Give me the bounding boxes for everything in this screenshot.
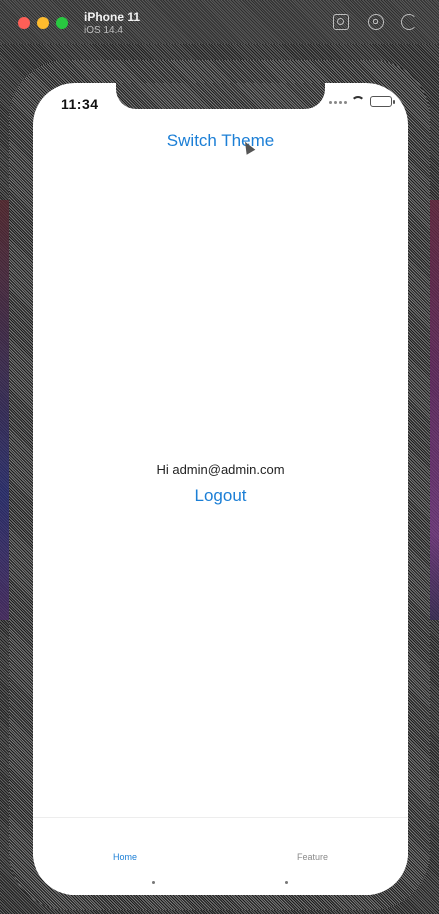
- device-name: iPhone 11: [84, 10, 141, 24]
- home-indicator-right: [285, 881, 288, 884]
- close-window-button[interactable]: [18, 17, 30, 29]
- minimize-window-button[interactable]: [37, 17, 49, 29]
- greeting-text: Hi admin@admin.com: [156, 462, 285, 477]
- tab-home[interactable]: Home: [113, 852, 137, 862]
- wifi-icon: [351, 96, 365, 106]
- simulator-titlebar: iPhone 11 iOS 14.4: [0, 0, 439, 44]
- home-indicator-left: [152, 881, 155, 884]
- rotate-icon[interactable]: [401, 14, 417, 30]
- battery-icon: [370, 96, 395, 107]
- notch: [116, 83, 325, 109]
- tab-feature[interactable]: Feature: [297, 852, 328, 862]
- tab-bar: Home Feature: [33, 817, 408, 895]
- home-icon[interactable]: [368, 14, 384, 30]
- status-time: 11:34: [61, 96, 99, 112]
- screenshot-icon[interactable]: [333, 14, 349, 30]
- phone-screen: 11:34 Switch Theme Hi admin@admin.com Lo…: [33, 83, 408, 895]
- cellular-signal-icon: [329, 101, 347, 104]
- zoom-window-button[interactable]: [56, 17, 68, 29]
- device-os-version: iOS 14.4: [84, 25, 123, 36]
- logout-button[interactable]: Logout: [33, 486, 408, 506]
- switch-theme-button[interactable]: Switch Theme: [33, 131, 408, 151]
